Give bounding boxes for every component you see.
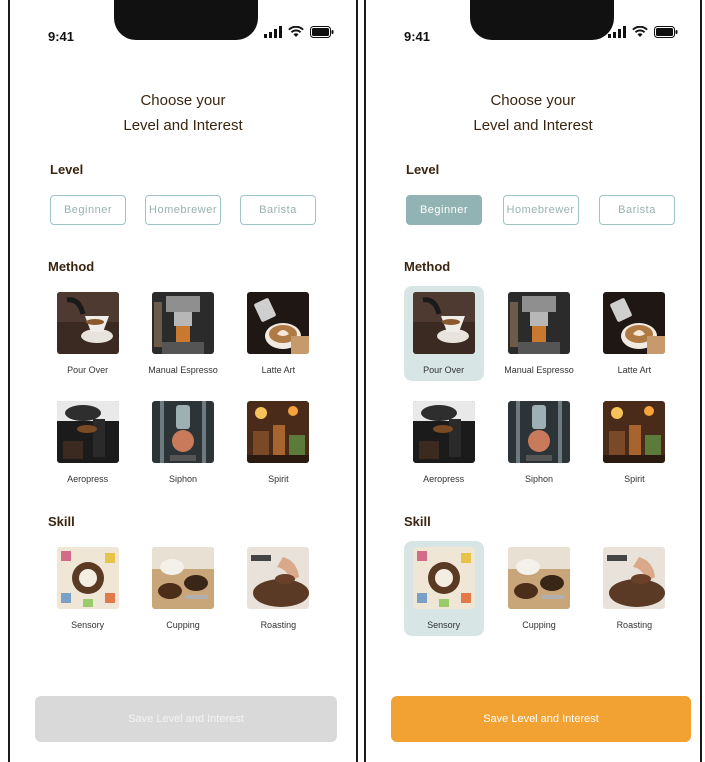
level-option-beginner[interactable]: Beginner	[50, 195, 126, 225]
tile-label: Sensory	[427, 620, 461, 630]
spirit-image	[247, 401, 310, 463]
level-option-beginner[interactable]: Beginner	[406, 195, 482, 225]
tile-label: Pour Over	[67, 365, 109, 375]
tile-label: Aeropress	[67, 474, 109, 484]
aeropress-image	[56, 401, 119, 463]
latte-art-image	[603, 292, 666, 354]
cellular-signal-icon	[264, 26, 282, 38]
status-time: 9:41	[48, 29, 75, 44]
level-option-homebrewer[interactable]: Homebrewer	[502, 195, 579, 225]
tile-label: Siphon	[524, 474, 553, 484]
manual-espresso-image	[507, 292, 570, 354]
tile-label: Aeropress	[423, 474, 465, 484]
title-line-2: Level and Interest	[473, 117, 593, 134]
skill-tile-cupping[interactable]: Cupping	[143, 541, 223, 636]
save-level-interest-button[interactable]: Save Level and Interest	[391, 696, 691, 742]
sensory-image	[56, 547, 119, 609]
level-section-label: Level	[406, 162, 440, 177]
phone-screen-default: 9:41 Choose your Level and Interest Leve…	[8, 0, 358, 762]
level-option-barista[interactable]: Barista	[240, 195, 316, 225]
pour-over-image	[56, 292, 119, 354]
siphon-image	[151, 401, 214, 463]
tile-label: Latte Art	[261, 365, 296, 375]
aeropress-image	[412, 401, 475, 463]
method-tile-aeropress[interactable]: Aeropress	[404, 395, 484, 490]
method-section-label: Method	[48, 259, 95, 274]
title-line-1: Choose your	[490, 92, 576, 109]
tile-label: Manual Espresso	[504, 365, 574, 375]
page-title: Choose your Level and Interest	[10, 88, 356, 138]
title-line-2: Level and Interest	[123, 117, 243, 134]
cupping-image	[507, 547, 570, 609]
level-option-homebrewer[interactable]: Homebrewer	[145, 195, 221, 225]
method-tile-siphon[interactable]: Siphon	[499, 395, 579, 490]
level-option-barista[interactable]: Barista	[599, 195, 675, 225]
skill-tile-sensory[interactable]: Sensory	[48, 541, 128, 636]
cellular-signal-icon	[608, 26, 626, 38]
method-tile-manual-espresso[interactable]: Manual Espresso	[143, 286, 223, 381]
tile-label: Spirit	[624, 474, 645, 484]
method-tile-siphon[interactable]: Siphon	[143, 395, 223, 490]
skill-tile-roasting[interactable]: Roasting	[594, 541, 674, 636]
method-section-label: Method	[404, 259, 451, 274]
save-level-interest-button[interactable]: Save Level and Interest	[35, 696, 337, 742]
method-tile-aeropress[interactable]: Aeropress	[48, 395, 128, 490]
manual-espresso-image	[151, 292, 214, 354]
page-title: Choose your Level and Interest	[366, 88, 700, 138]
method-tile-manual-espresso[interactable]: Manual Espresso	[499, 286, 579, 381]
device-notch	[470, 0, 614, 40]
method-tile-latte-art[interactable]: Latte Art	[594, 286, 674, 381]
tile-label: Cupping	[522, 620, 556, 630]
battery-icon	[310, 26, 334, 38]
spirit-image	[603, 401, 666, 463]
wifi-icon	[632, 26, 648, 38]
method-grid: Pour Over Manual Espresso Latte Art Aero…	[396, 286, 682, 490]
device-notch	[114, 0, 258, 40]
latte-art-image	[247, 292, 310, 354]
tile-label: Pour Over	[423, 365, 465, 375]
skill-section-label: Skill	[404, 514, 431, 529]
status-time: 9:41	[404, 29, 431, 44]
tile-label: Siphon	[168, 474, 197, 484]
status-icons	[264, 26, 334, 38]
level-section-label: Level	[50, 162, 84, 177]
tile-label: Sensory	[71, 620, 105, 630]
skill-grid: Sensory Cupping Roasting	[40, 541, 326, 636]
method-tile-spirit[interactable]: Spirit	[594, 395, 674, 490]
roasting-image	[603, 547, 666, 609]
skill-tile-roasting[interactable]: Roasting	[238, 541, 318, 636]
skill-tile-sensory[interactable]: Sensory	[403, 541, 484, 636]
siphon-image	[507, 401, 570, 463]
status-icons	[608, 26, 678, 38]
phone-screen-selected: 9:41 Choose your Level and Interest Leve…	[364, 0, 702, 762]
skill-grid: Sensory Cupping Roasting	[396, 541, 682, 636]
method-tile-pour-over[interactable]: Pour Over	[48, 286, 128, 381]
tile-label: Roasting	[260, 620, 297, 630]
skill-tile-cupping[interactable]: Cupping	[499, 541, 579, 636]
title-line-1: Choose your	[140, 92, 226, 109]
method-tile-pour-over[interactable]: Pour Over	[403, 286, 484, 381]
method-grid: Pour Over Manual Espresso Latte Art Aero…	[40, 286, 326, 490]
cupping-image	[151, 547, 214, 609]
level-options: Beginner Homebrewer Barista	[406, 195, 675, 225]
tile-label: Spirit	[268, 474, 289, 484]
level-options: Beginner Homebrewer Barista	[50, 195, 316, 225]
tile-label: Latte Art	[617, 365, 652, 375]
tile-label: Roasting	[616, 620, 653, 630]
wifi-icon	[288, 26, 304, 38]
skill-section-label: Skill	[48, 514, 75, 529]
tile-label: Cupping	[166, 620, 200, 630]
method-tile-spirit[interactable]: Spirit	[238, 395, 318, 490]
pour-over-image	[412, 292, 475, 354]
roasting-image	[247, 547, 310, 609]
tile-label: Manual Espresso	[148, 365, 218, 375]
sensory-image	[412, 547, 475, 609]
battery-icon	[654, 26, 678, 38]
method-tile-latte-art[interactable]: Latte Art	[238, 286, 318, 381]
